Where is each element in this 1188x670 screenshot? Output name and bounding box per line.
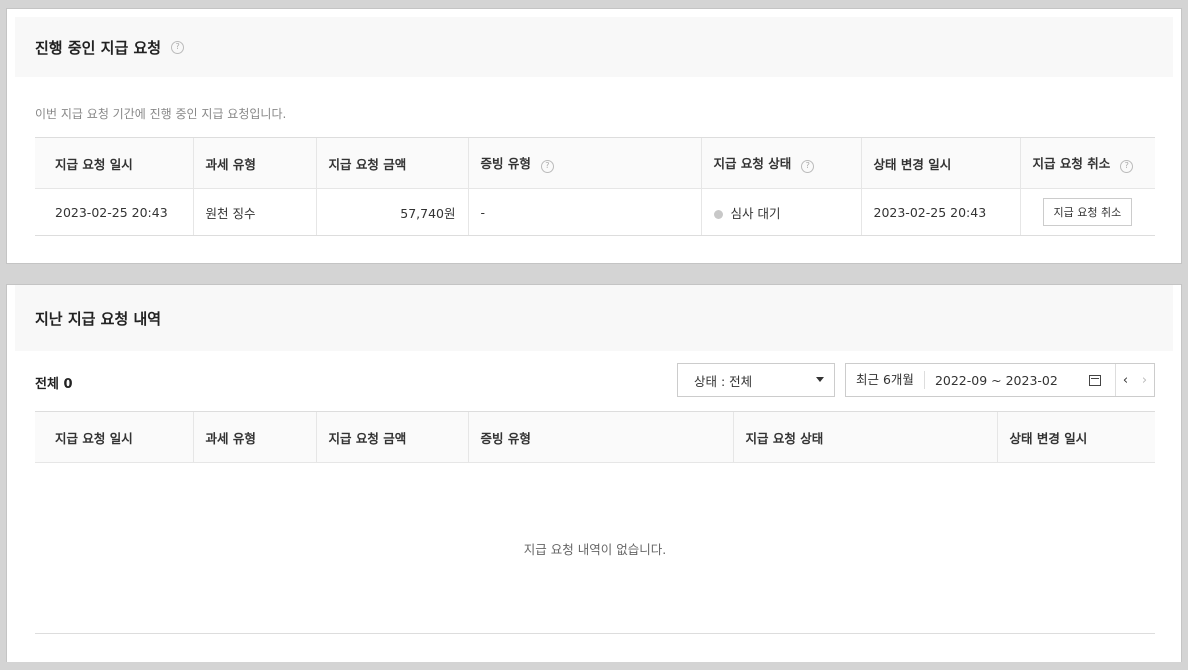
request-amount: 57,740원 — [315, 188, 468, 236]
current-request-panel: 진행 중인 지급 요청 ? 이번 지급 요청 기간에 진행 중인 지급 요청입니… — [6, 8, 1182, 264]
col-header: 증빙 유형? — [467, 137, 701, 189]
section-header: 지난 지급 요청 내역 — [15, 285, 1173, 351]
request-date: 2023-02-25 20:43 — [35, 188, 193, 236]
col-header: 상태 변경 일시 — [860, 137, 1020, 189]
status-changed-date: 2023-02-25 20:43 — [860, 188, 1020, 236]
col-header: 과세 유형 — [192, 137, 316, 189]
col-header: 상태 변경 일시 — [996, 411, 1155, 463]
status-filter-select[interactable]: 상태 : 전체 — [677, 363, 835, 397]
col-header: 지급 요청 일시 — [35, 411, 193, 463]
caret-down-icon — [816, 377, 824, 382]
month-navigation: ‹ › — [1115, 364, 1154, 396]
date-range-picker[interactable]: 최근 6개월 2022-09 ~ 2023-02 ‹ › — [845, 363, 1155, 397]
history-panel: 지난 지급 요청 내역 전체 0 상태 : 전체 최근 6개월 2022-09 … — [6, 284, 1182, 662]
col-header: 지급 요청 상태 — [732, 411, 997, 463]
col-header: 과세 유형 — [192, 411, 316, 463]
empty-message: 지급 요청 내역이 없습니다. — [35, 463, 1155, 634]
recent-period-label[interactable]: 최근 6개월 — [846, 371, 925, 389]
cancel-request-button[interactable]: 지급 요청 취소 — [1042, 198, 1133, 226]
cancel-cell: 지급 요청 취소 — [1019, 188, 1155, 236]
col-header: 지급 요청 일시 — [35, 137, 193, 189]
help-icon[interactable]: ? — [801, 159, 815, 173]
section-description: 이번 지급 요청 기간에 진행 중인 지급 요청입니다. — [35, 107, 287, 121]
date-range-value[interactable]: 2022-09 ~ 2023-02 — [925, 373, 1085, 388]
help-icon[interactable]: ? — [171, 40, 185, 54]
request-status: 심사 대기 — [700, 188, 861, 236]
calendar-icon[interactable] — [1088, 374, 1101, 386]
col-header: 증빙 유형 — [467, 411, 733, 463]
section-title: 지난 지급 요청 내역 — [35, 309, 162, 328]
proof-type: - — [467, 188, 701, 236]
chevron-left-icon[interactable]: ‹ — [1123, 373, 1128, 388]
current-request-table: 지급 요청 일시 과세 유형 지급 요청 금액 증빙 유형? 지급 요청 상태?… — [35, 137, 1155, 236]
col-header: 지급 요청 금액 — [315, 137, 468, 189]
help-icon[interactable]: ? — [1120, 159, 1134, 173]
section-title: 진행 중인 지급 요청 — [35, 38, 162, 57]
col-header: 지급 요청 취소? — [1019, 137, 1155, 189]
history-table: 지급 요청 일시 과세 유형 지급 요청 금액 증빙 유형 지급 요청 상태 상… — [35, 411, 1155, 463]
section-header: 진행 중인 지급 요청 ? — [15, 17, 1173, 77]
status-dot-icon — [713, 209, 723, 219]
table-row: 2023-02-25 20:43 원천 징수 57,740원 - 심사 대기 2… — [35, 188, 1155, 236]
total-count: 전체 0 — [35, 377, 73, 392]
chevron-right-icon[interactable]: › — [1142, 373, 1147, 388]
help-icon[interactable]: ? — [540, 159, 554, 173]
col-header: 지급 요청 상태? — [700, 137, 861, 189]
tax-type: 원천 징수 — [192, 188, 316, 236]
col-header: 지급 요청 금액 — [315, 411, 468, 463]
